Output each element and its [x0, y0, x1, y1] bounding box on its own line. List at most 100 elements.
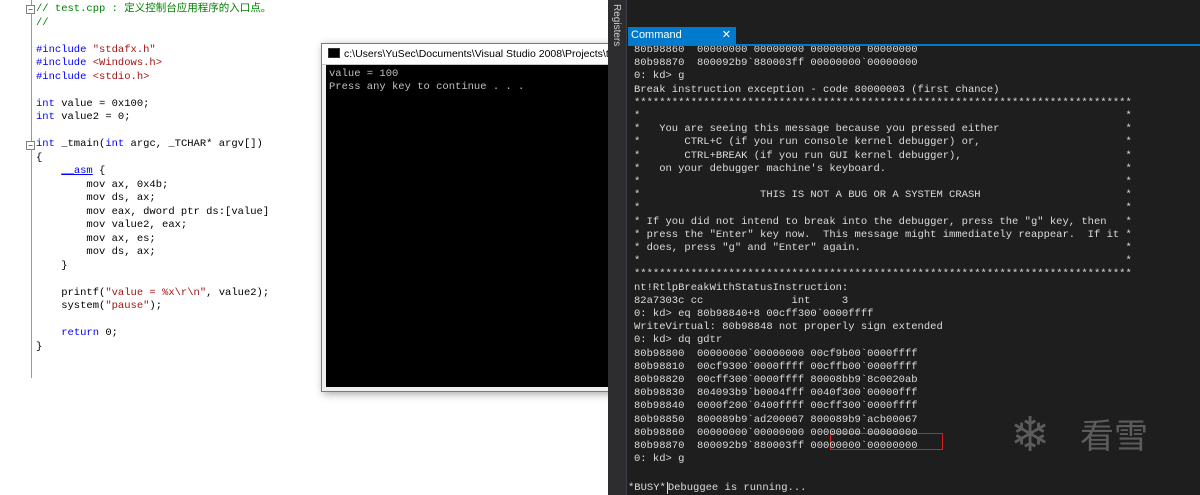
code-line: #include <stdio.h>: [36, 71, 149, 84]
debugger-line: * CTRL+C (if you run console kernel debu…: [634, 136, 1132, 149]
registers-side-tab[interactable]: Registers: [608, 0, 627, 495]
console-output: value = 100 Press any key to continue . …: [326, 65, 608, 387]
debugger-line: ****************************************…: [634, 268, 1132, 281]
code-token: value = 0x100;: [54, 97, 150, 110]
code-line: }: [36, 259, 68, 273]
code-token: mov ds, ax;: [36, 192, 156, 204]
code-line: int value = 0x100;: [36, 98, 149, 111]
code-token: }: [36, 340, 43, 353]
tab-command[interactable]: Command ✕: [628, 27, 736, 44]
code-line: system("pause");: [36, 300, 162, 313]
code-token: //: [36, 16, 49, 29]
watermark: ❄ 看雪: [1010, 405, 1190, 465]
command-status-bar[interactable]: *BUSY* Debuggee is running...: [628, 481, 1200, 495]
code-token: <stdio.h>: [92, 70, 150, 83]
code-token: mov eax, dword ptr ds:[value]: [36, 205, 270, 218]
watermark-text: 看雪: [1080, 417, 1148, 457]
console-title-bar[interactable]: c:\Users\YuSec\Documents\Visual Studio 2…: [322, 44, 612, 65]
console-line: Press any key to continue . . .: [329, 81, 525, 93]
code-line: // test.cpp : 定义控制台应用程序的入口点。: [36, 3, 271, 16]
code-token: printf(: [36, 286, 106, 299]
command-output: 80b98860 00000000`00000000 00000000`0000…: [634, 34, 1200, 468]
code-line: mov eax, dword ptr ds:[value]: [36, 206, 269, 219]
tab-underline: [628, 44, 1200, 46]
debugger-line: 80b98850 800089b9`ad200067 800089b9`acb0…: [634, 413, 918, 426]
code-token: 0;: [99, 327, 118, 339]
debugger-line: * THIS IS NOT A BUG OR A SYSTEM CRASH *: [634, 189, 1132, 202]
debugger-line: * on your debugger machine's keyboard. *: [634, 162, 1132, 175]
code-line: mov value2, eax;: [36, 219, 187, 232]
code-token: return: [61, 327, 100, 339]
debugger-line: 0: kd> g: [634, 70, 685, 83]
debugger-line: 0: kd> eq 80b98840+8 00cff300`0000ffff: [634, 308, 874, 320]
code-line: int _tmain(int argc, _TCHAR* argv[]): [36, 138, 263, 151]
code-token: );: [149, 300, 163, 312]
debugger-line: 80b98810 00cf9300`0000ffff 00cffb00`0000…: [634, 360, 918, 373]
debugger-line: * press the "Enter" key now. This messag…: [634, 228, 1132, 241]
debugger-line: 0: kd> dq gdtr: [634, 334, 723, 347]
code-token: _tmain(: [54, 138, 106, 150]
debugger-line: * You are seeing this message because yo…: [634, 123, 1132, 136]
editor-margin: [0, 0, 24, 495]
code-token: , value2);: [206, 286, 270, 299]
code-token: "pause": [105, 300, 150, 312]
debugger-line: 80b98830 804093b9`b0004fff 0040f300`0000…: [634, 387, 918, 400]
code-token: int: [36, 138, 55, 150]
console-app-icon: [328, 48, 340, 58]
code-token: {: [92, 165, 106, 177]
debugger-line: * *: [634, 202, 1132, 215]
collapse-toggle-icon[interactable]: −: [26, 5, 35, 14]
debugger-line: nt!RtlpBreakWithStatusInstruction:: [634, 281, 849, 294]
code-token: mov ax, 0x4b;: [36, 178, 169, 191]
debugger-line: WriteVirtual: 80b98848 not properly sign…: [634, 321, 943, 334]
debugger-line: 80b98820 00cff300`0000ffff 80008bb9`8c00…: [634, 374, 918, 386]
code-line: //: [36, 17, 49, 30]
code-line: {: [36, 152, 42, 165]
tab-command-label: Command: [631, 29, 682, 41]
debugger-line: 80b98870 800092b9`880003ff 00000000`0000…: [634, 57, 918, 70]
code-token: // test.cpp : 定义控制台应用程序的入口点。: [36, 3, 272, 15]
console-window[interactable]: c:\Users\YuSec\Documents\Visual Studio 2…: [321, 43, 613, 392]
debugger-line: * *: [634, 255, 1132, 268]
code-token: mov value2, eax;: [36, 219, 188, 231]
collapse-toggle-icon[interactable]: −: [26, 141, 35, 150]
debugger-line: 80b98840 0000f200`0400ffff 00cff300`0000…: [634, 400, 918, 413]
code-line: mov ax, 0x4b;: [36, 179, 168, 192]
code-line: mov ds, ax;: [36, 246, 156, 259]
code-token: int: [36, 111, 55, 123]
code-token: mov ds, ax;: [36, 246, 156, 258]
debugger-line: 80b98800 00000000`00000000 00cf9b00`0000…: [634, 347, 918, 360]
registers-label: Registers: [611, 4, 622, 47]
code-token: system(: [36, 300, 106, 312]
code-line: mov ax, es;: [36, 232, 156, 246]
code-token: }: [36, 259, 68, 272]
close-icon[interactable]: ✕: [722, 27, 731, 44]
debugger-line: 0: kd> g: [634, 453, 685, 466]
code-token: #include: [36, 57, 93, 69]
code-line: int value2 = 0;: [36, 111, 131, 124]
debugger-line: * *: [634, 176, 1132, 188]
busy-indicator: *BUSY*: [628, 482, 668, 494]
debugger-line: * CTRL+BREAK (if you run GUI kernel debu…: [634, 149, 1132, 162]
code-token: #include: [36, 70, 93, 83]
code-line: __asm {: [36, 165, 105, 178]
code-line: printf("value = %x\r\n", value2);: [36, 287, 269, 300]
debugger-line: Break instruction exception - code 80000…: [634, 83, 1000, 96]
code-line: #include <Windows.h>: [36, 57, 162, 70]
snowflake-icon: ❄: [1010, 407, 1051, 463]
code-token: int: [36, 97, 55, 110]
code-token: value2 = 0;: [54, 111, 131, 123]
code-token: mov ax, es;: [36, 232, 156, 245]
code-line: }: [36, 341, 42, 354]
code-token: #include: [36, 43, 93, 56]
code-token: argc, _TCHAR* argv[]): [124, 138, 263, 150]
console-title: c:\Users\YuSec\Documents\Visual Studio 2…: [344, 48, 612, 60]
code-token: "value = %x\r\n": [105, 286, 207, 299]
debugger-line: * If you did not intend to break into th…: [634, 215, 1132, 228]
code-token: "stdafx.h": [92, 43, 156, 56]
code-line: return 0;: [36, 327, 118, 340]
code-token: int: [105, 138, 125, 150]
code-token: __asm: [61, 165, 93, 177]
debugger-line: ****************************************…: [634, 96, 1132, 109]
